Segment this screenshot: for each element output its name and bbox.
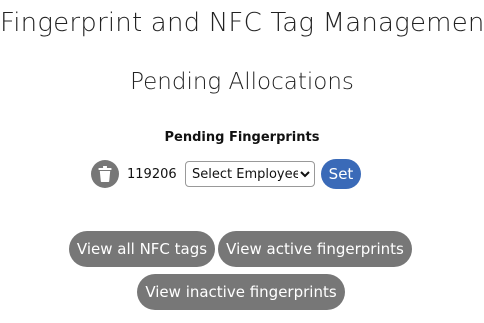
page-title: Fingerprint and NFC Tag Management [0,8,484,38]
trash-icon [98,166,112,182]
employee-select-value: Select Employee [192,166,298,182]
pending-fingerprints-heading: Pending Fingerprints [164,130,320,145]
chevron-down-icon [300,171,310,178]
pending-fingerprint-row: 119206 Select Employee Set [91,158,361,190]
fingerprint-id: 119206 [127,166,177,182]
section-title: Pending Allocations [130,69,354,95]
set-button[interactable]: Set [321,159,361,189]
view-active-fingerprints-button[interactable]: View active fingerprints [218,231,412,267]
employee-select[interactable]: Select Employee [185,161,315,187]
view-inactive-fingerprints-button[interactable]: View inactive fingerprints [137,274,345,310]
view-all-nfc-tags-button[interactable]: View all NFC tags [69,231,215,267]
delete-button[interactable] [91,160,119,188]
